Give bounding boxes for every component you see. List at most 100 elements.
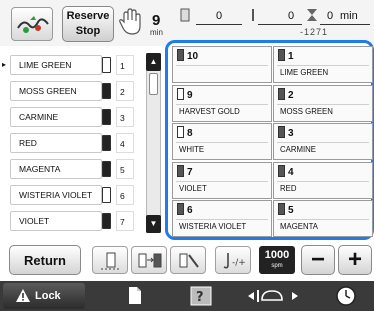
frame-move-icon[interactable]	[246, 286, 300, 306]
hand-icon	[119, 8, 141, 35]
spool-icon	[102, 187, 111, 203]
spool-icon	[102, 83, 111, 99]
needle-cell[interactable]: 4 RED	[273, 161, 373, 199]
spool-icon	[102, 109, 111, 125]
spool-icon	[177, 87, 184, 100]
color-list-row[interactable]: CARMINE 3	[0, 105, 140, 129]
stat-2-underline	[258, 24, 302, 25]
speed-unit: spm	[271, 263, 283, 269]
help-icon[interactable]: ?	[190, 286, 212, 306]
needle-color-label: LIME GREEN	[277, 65, 369, 80]
stitch-counter: -1271	[300, 27, 329, 37]
spool-icon	[102, 213, 111, 229]
color-list-row[interactable]: VIOLET 7	[0, 209, 140, 233]
color-needle-number: 7	[116, 211, 134, 231]
spool-icon	[278, 203, 285, 215]
needle-number-text: 5	[288, 205, 294, 216]
needle-color-label: VIOLET	[176, 180, 268, 196]
color-list-row[interactable]: MOSS GREEN 2	[0, 79, 140, 103]
needle-cell[interactable]: 2 MOSS GREEN	[273, 84, 373, 122]
needle-color-label: MAGENTA	[277, 219, 369, 234]
needle-number: 1	[278, 49, 294, 64]
spool-swap-button[interactable]	[131, 246, 167, 274]
needle-cell[interactable]: 6 WISTERIA VIOLET	[172, 200, 272, 237]
spool-icon	[278, 164, 285, 177]
spool-icon	[278, 49, 285, 61]
spool-icon	[177, 49, 184, 61]
needle-cell[interactable]: 10	[172, 46, 272, 83]
color-list-row[interactable]: ▸ LIME GREEN 1	[0, 53, 140, 77]
scroll-thumb[interactable]	[149, 73, 158, 95]
needle-cell[interactable]: 1 LIME GREEN	[273, 46, 373, 83]
needle-number: 4	[278, 164, 294, 180]
color-name: MOSS GREEN	[10, 81, 102, 101]
speed-plus-button[interactable]: +	[338, 245, 372, 275]
document-icon[interactable]	[128, 286, 142, 305]
needle-cell[interactable]: 7 VIOLET	[172, 161, 272, 199]
spool-move-button[interactable]	[92, 246, 128, 274]
needle-number-text: 10	[187, 51, 199, 62]
needle-color-label: MOSS GREEN	[277, 103, 369, 119]
svg-text:-/+: -/+	[232, 258, 246, 268]
needle-plus-minus-icon: -/+	[223, 253, 246, 269]
needle-icon	[252, 9, 254, 21]
clock-icon[interactable]	[335, 285, 357, 307]
needle-number-text: 3	[288, 128, 294, 139]
needle-color-label: WHITE	[176, 142, 268, 157]
stat-3-value: 0	[327, 10, 334, 22]
spool-icon	[177, 164, 184, 177]
stat-2-value: 0	[288, 10, 295, 22]
needle-number-text: 9	[187, 89, 193, 101]
needle-setting-button[interactable]	[170, 246, 206, 274]
spool-dotted-icon	[101, 252, 121, 270]
needle-cell[interactable]: 3 CARMINE	[273, 123, 373, 160]
speed-display: 1000 spm	[259, 246, 295, 274]
color-name: CARMINE	[10, 107, 102, 127]
needle-number: 10	[177, 49, 198, 64]
spool-icon	[278, 126, 285, 138]
needle-assignment-panel: 10 1 LIME GREEN 9 HARVEST GOLD 2 MOSS GREEN 8 WH…	[165, 40, 374, 240]
color-list-row[interactable]: MAGENTA 5	[0, 157, 140, 181]
needle-number: 8	[177, 126, 193, 141]
needle-number-text: 1	[288, 51, 294, 62]
needle-number-text: 4	[288, 166, 294, 178]
stop-label: Stop	[75, 25, 101, 37]
spool-icon	[102, 135, 111, 151]
embroidery-design-icon	[17, 16, 49, 33]
needle-number-text: 7	[187, 166, 193, 178]
needle-number: 2	[278, 87, 294, 103]
needle-cell[interactable]: 9 HARVEST GOLD	[172, 84, 272, 122]
needle-number-text: 2	[288, 89, 294, 101]
spool-icon	[177, 203, 184, 215]
lock-button[interactable]: Lock	[3, 283, 85, 309]
color-needle-number: 4	[116, 133, 134, 153]
spool-swap-icon	[138, 253, 162, 268]
color-list-row[interactable]: RED 4	[0, 131, 140, 155]
needle-number-text: 6	[187, 205, 193, 216]
needle-cell[interactable]: 8 WHITE	[172, 123, 272, 160]
lock-label: Lock	[35, 290, 61, 302]
thread-color-list: ▸ LIME GREEN 1 MOSS GREEN 2 CARMINE 3 RED 4 MAGEN…	[0, 48, 142, 236]
spool-needle-icon	[179, 253, 199, 268]
speed-minus-button[interactable]: −	[301, 245, 335, 275]
color-name: VIOLET	[10, 211, 102, 231]
stat-3-underline	[320, 24, 370, 25]
embroidery-pattern-button[interactable]	[11, 7, 53, 41]
color-name: LIME GREEN	[10, 55, 102, 75]
color-needle-number: 5	[116, 159, 134, 179]
bottom-navigation-bar: Lock ?	[0, 281, 374, 311]
color-name: RED	[10, 133, 102, 153]
color-needle-number: 3	[116, 107, 134, 127]
scroll-up-button[interactable]: ▲	[146, 53, 161, 71]
return-button[interactable]: Return	[9, 245, 81, 275]
stat-1-value: 0	[216, 10, 223, 22]
scroll-down-button[interactable]: ▼	[146, 215, 161, 233]
needle-color-label: HARVEST GOLD	[176, 103, 268, 119]
needle-color-label: CARMINE	[277, 142, 369, 157]
needle-cell[interactable]: 5 MAGENTA	[273, 200, 373, 237]
reserve-stop-button[interactable]: Reserve Stop	[62, 6, 114, 42]
color-list-row[interactable]: WISTERIA VIOLET 6	[0, 183, 140, 207]
speed-adjust-button[interactable]: -/+	[215, 246, 251, 274]
stat-3-unit: min	[340, 10, 358, 22]
stat-1-underline	[196, 24, 242, 25]
